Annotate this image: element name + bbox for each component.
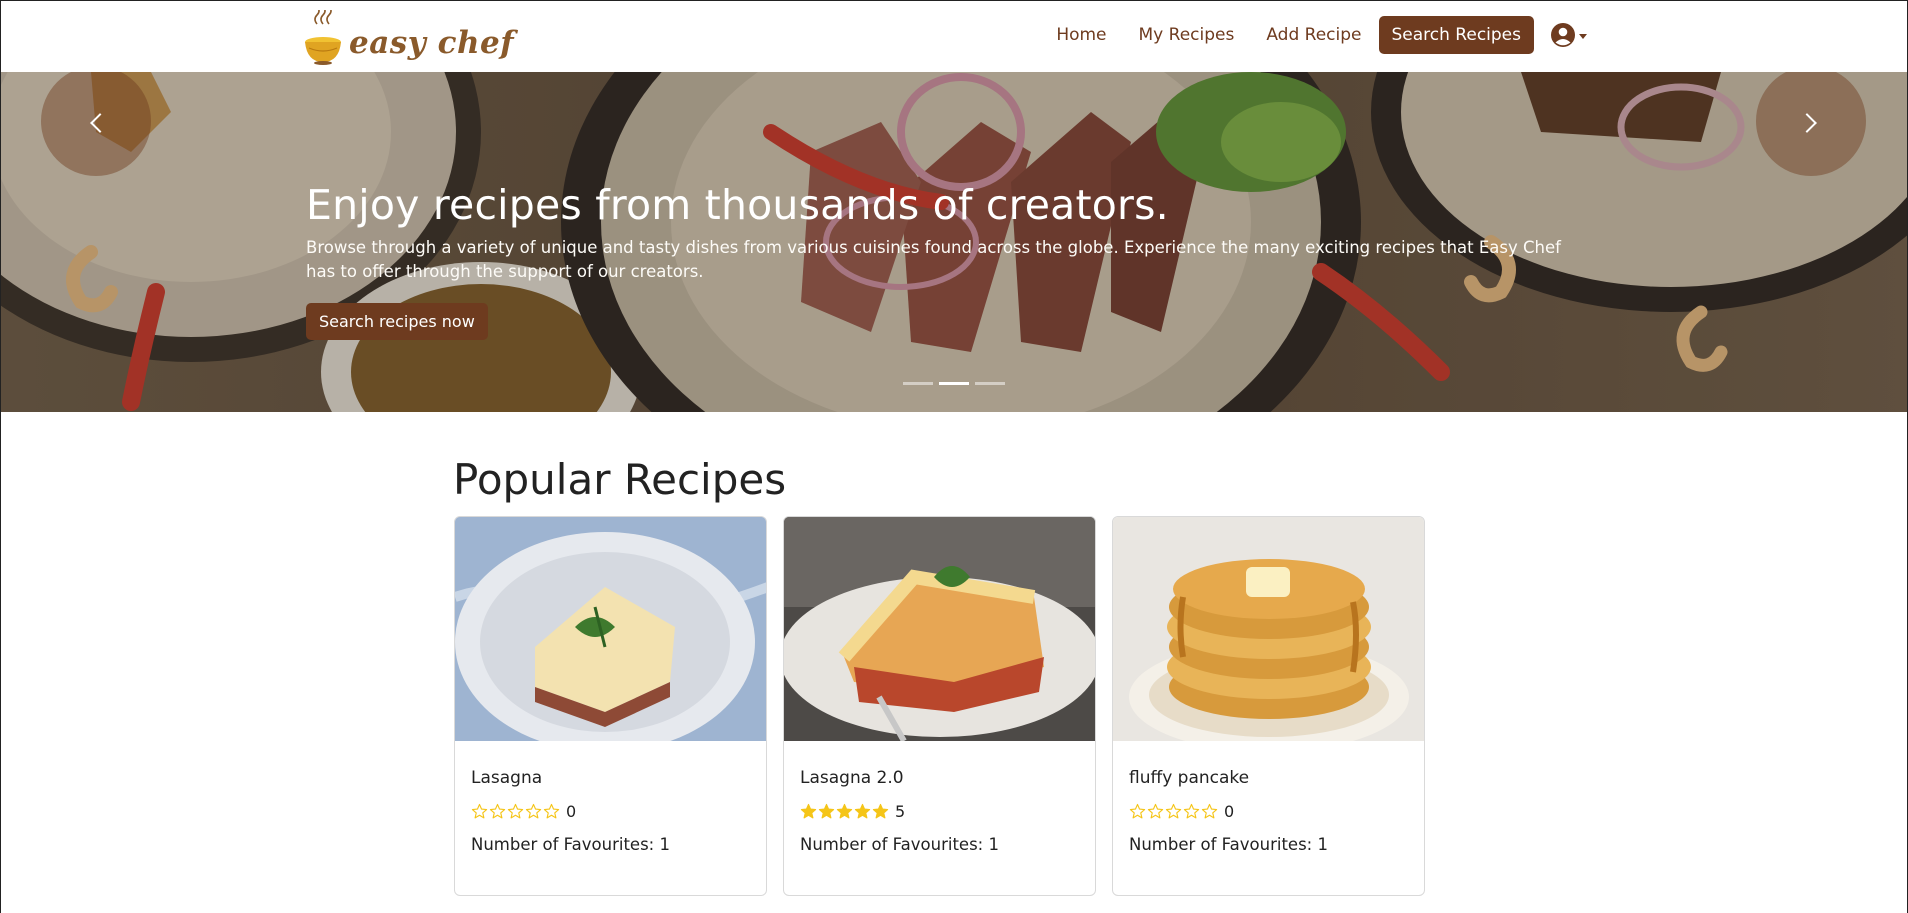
star-outline-icon [471,803,488,818]
favourites-label: Number of Favourites: [1129,835,1318,854]
brand-logo[interactable]: easy chef [303,6,515,67]
star-outline-icon [1183,803,1200,818]
star-outline-icon [525,803,542,818]
star-rating [471,803,560,820]
favourites-count: Number of Favourites: 1 [800,835,1079,854]
hero-caption: Enjoy recipes from thousands of creators… [306,180,1586,340]
star-filled-icon [854,803,871,818]
star-outline-icon [1165,803,1182,818]
rating-value: 5 [895,801,906,821]
recipe-card[interactable]: Lasagna 0 Number of Favourites: 1 [454,516,767,896]
carousel-indicators [903,382,1005,385]
star-filled-icon [872,803,889,818]
user-circle-icon [1551,23,1575,47]
nav-menu: Home My Recipes Add Recipe Search Recipe… [1040,16,1587,54]
recipe-title: Lasagna 2.0 [800,768,904,788]
star-rating [1129,803,1218,820]
recipe-rating: 0 [1129,801,1408,821]
user-menu-toggle[interactable] [1550,22,1587,48]
recipe-card[interactable]: fluffy pancake 0 Number of Favourites: 1 [1112,516,1425,896]
frame-border [0,412,1,913]
recipe-card-body: Lasagna 2.0 5 Number of Favourites: 1 [784,741,1095,854]
favourites-value: 1 [659,835,670,854]
recipe-card-body: Lasagna 0 Number of Favourites: 1 [455,741,766,854]
star-outline-icon [1129,803,1146,818]
favourites-label: Number of Favourites: [800,835,989,854]
star-filled-icon [836,803,853,818]
hero-carousel: Enjoy recipes from thousands of creators… [0,72,1908,412]
carousel-indicator[interactable] [903,382,933,385]
recipe-rating: 5 [800,801,1079,821]
star-outline-icon [1201,803,1218,818]
lasagna-photo [784,517,1095,741]
star-outline-icon [543,803,560,818]
recipe-card-list: Lasagna 0 Number of Favourites: 1 Lasagn… [454,516,1425,896]
star-outline-icon [507,803,524,818]
star-filled-icon [818,803,835,818]
rating-value: 0 [566,801,577,821]
carousel-indicator-active[interactable] [939,382,969,385]
hero-subtitle: Browse through a variety of unique and t… [306,238,1561,281]
favourites-label: Number of Favourites: [471,835,660,854]
recipe-title: Lasagna [471,768,543,788]
carousel-indicator[interactable] [975,382,1005,385]
star-filled-icon [800,803,817,818]
nav-my-recipes[interactable]: My Recipes [1123,17,1251,53]
recipe-card[interactable]: Lasagna 2.0 5 Number of Favourites: 1 [783,516,1096,896]
chevron-right-icon [1797,113,1817,133]
favourites-count: Number of Favourites: 1 [471,835,750,854]
star-outline-icon [489,803,506,818]
lasagna-photo [455,517,766,741]
nav-home[interactable]: Home [1040,17,1122,53]
recipe-rating: 0 [471,801,750,821]
chevron-left-icon [90,113,110,133]
soup-bowl-icon [303,6,345,66]
rating-value: 0 [1224,801,1235,821]
search-recipes-now-button[interactable]: Search recipes now [306,303,488,340]
brand-name: easy chef [349,25,515,61]
chevron-down-icon [1579,34,1587,39]
hero-title: Enjoy recipes from thousands of creators… [306,181,1169,229]
favourites-count: Number of Favourites: 1 [1129,835,1408,854]
popular-recipes-heading: Popular Recipes [453,455,787,504]
star-outline-icon [1147,803,1164,818]
pancake-photo [1113,517,1424,741]
recipe-title: fluffy pancake [1129,768,1250,788]
nav-search-recipes-button[interactable]: Search Recipes [1378,16,1534,54]
favourites-value: 1 [988,835,999,854]
recipe-card-body: fluffy pancake 0 Number of Favourites: 1 [1113,741,1424,854]
nav-add-recipe[interactable]: Add Recipe [1250,17,1377,53]
star-rating [800,803,889,820]
favourites-value: 1 [1317,835,1328,854]
navbar: easy chef Home My Recipes Add Recipe Sea… [0,0,1908,72]
